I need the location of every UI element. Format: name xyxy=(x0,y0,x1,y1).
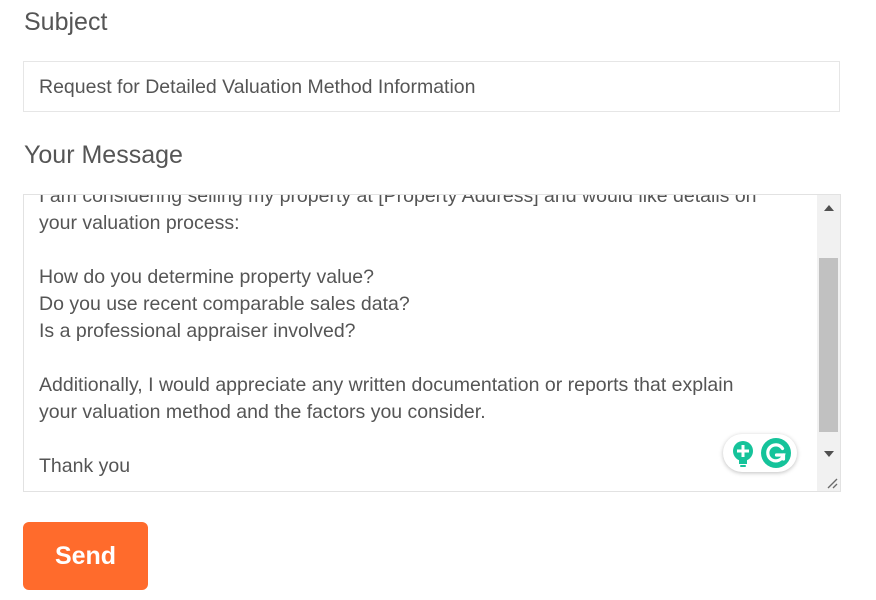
grammarly-g-icon xyxy=(766,443,786,463)
message-textarea[interactable]: I am considering selling my property at … xyxy=(23,194,841,492)
arrow-down-icon xyxy=(824,451,834,457)
message-line xyxy=(39,426,799,453)
message-label: Your Message xyxy=(24,141,183,169)
message-line: your valuation method and the factors yo… xyxy=(39,401,486,423)
subject-input[interactable]: Request for Detailed Valuation Method In… xyxy=(23,61,840,112)
subject-label: Subject xyxy=(24,8,108,36)
subject-value: Request for Detailed Valuation Method In… xyxy=(39,76,476,98)
message-line: Thank you xyxy=(39,455,131,477)
message-line xyxy=(39,345,799,372)
scroll-down-button[interactable] xyxy=(817,441,840,467)
lightbulb-plus-icon[interactable] xyxy=(730,440,756,468)
message-line: Additionally, I would appreciate any wri… xyxy=(39,374,734,396)
message-line: your valuation process: xyxy=(39,212,240,234)
grammarly-icon[interactable] xyxy=(761,438,791,468)
vertical-scrollbar[interactable] xyxy=(817,195,840,467)
message-line: How do you determine property value? xyxy=(39,266,374,288)
message-text: I am considering selling my property at … xyxy=(39,194,799,480)
message-line xyxy=(39,237,799,264)
scroll-up-button[interactable] xyxy=(817,195,840,221)
arrow-up-icon xyxy=(824,205,834,211)
contact-form: Subject Request for Detailed Valuation M… xyxy=(0,0,876,600)
message-line: Is a professional appraiser involved? xyxy=(39,320,356,342)
message-line: Do you use recent comparable sales data? xyxy=(39,293,410,315)
scroll-thumb[interactable] xyxy=(819,258,838,432)
resize-grip-icon xyxy=(827,478,838,489)
resize-handle[interactable] xyxy=(817,467,840,491)
message-line: I am considering selling my property at … xyxy=(39,194,757,207)
send-button[interactable]: Send xyxy=(23,522,148,590)
grammarly-widget[interactable] xyxy=(723,434,797,472)
